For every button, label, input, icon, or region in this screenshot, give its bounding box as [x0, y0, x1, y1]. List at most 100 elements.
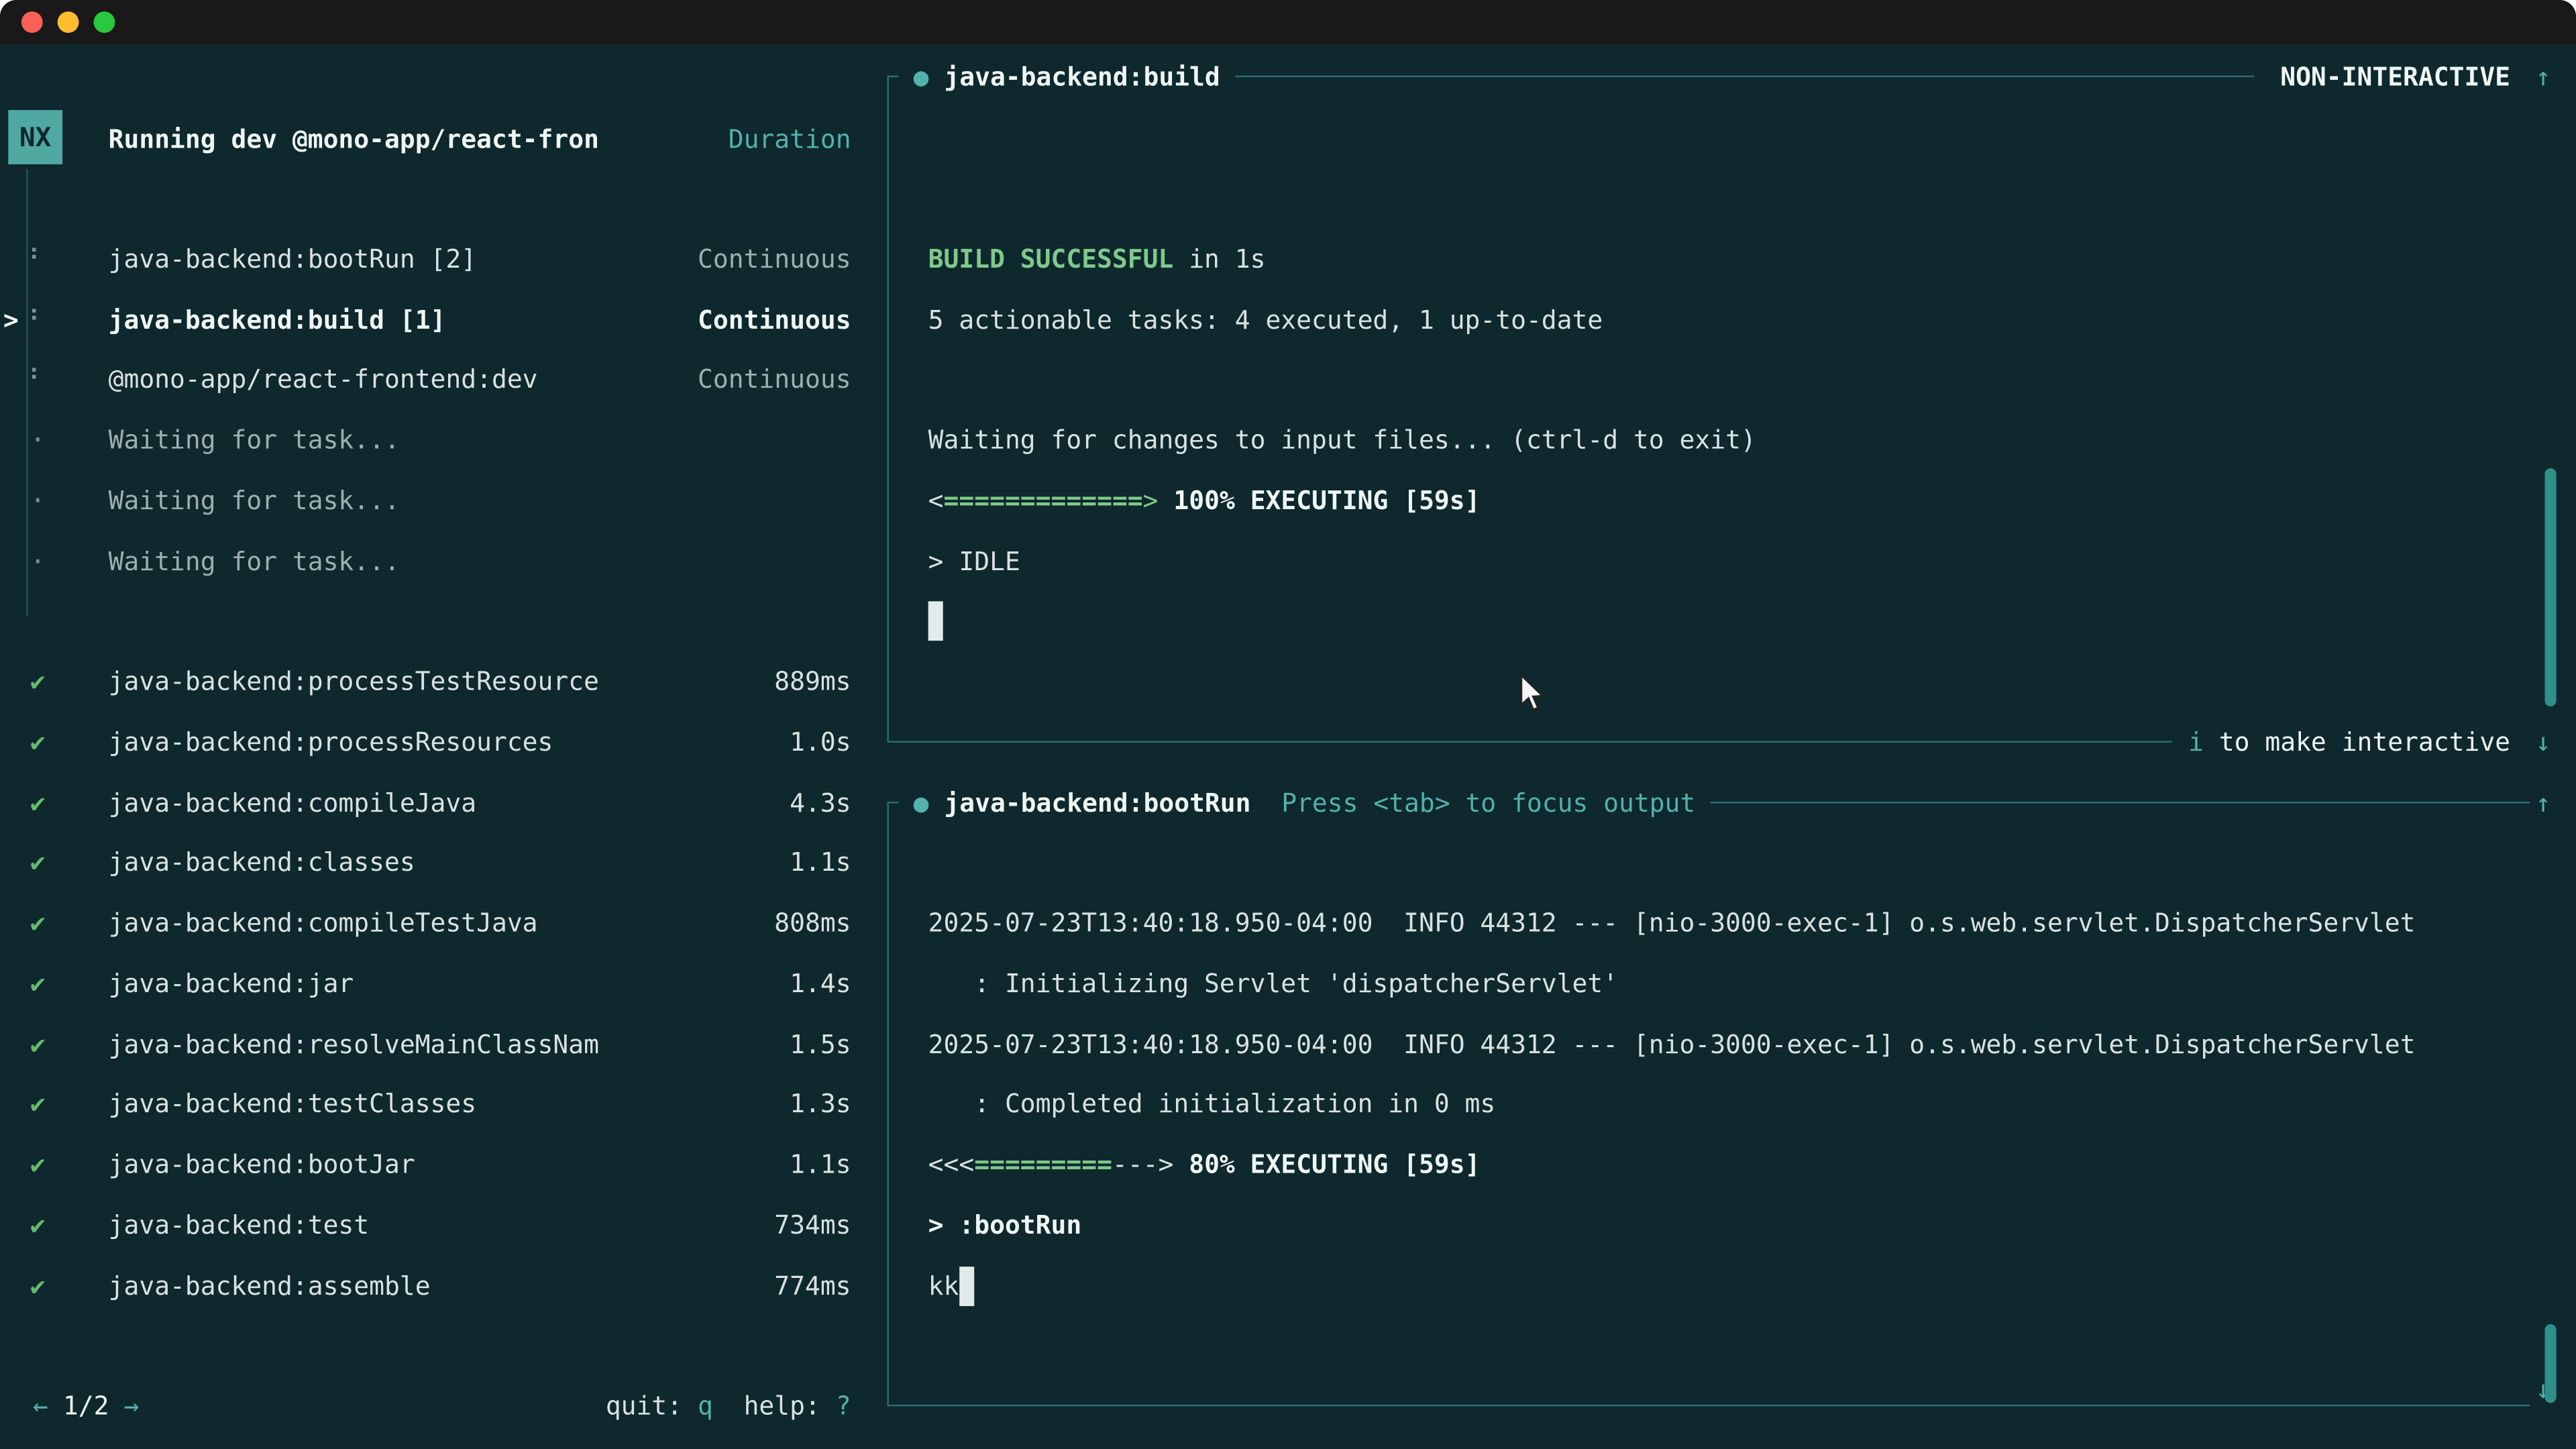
task-row-done[interactable]: ✔ java-backend:resolveMainClassNam 1.5s	[0, 1014, 851, 1075]
task-label: java-backend:compileTestJava	[109, 908, 538, 937]
build-cursor-line	[928, 590, 943, 651]
build-pane-scrollbar-thumb[interactable]	[2544, 468, 2556, 706]
build-pane-header[interactable]: ● java-backend:build	[899, 46, 1235, 107]
task-duration: 1.1s	[790, 847, 851, 876]
help-label: help:	[713, 1391, 836, 1420]
page-prev-icon[interactable]: ←	[33, 1391, 48, 1420]
build-success-text: BUILD SUCCESSFUL	[928, 244, 1174, 274]
check-icon: ✔	[19, 1088, 56, 1118]
task-duration: 889ms	[774, 666, 851, 696]
task-label: java-backend:processResources	[109, 727, 553, 757]
quit-key[interactable]: q	[698, 1391, 713, 1420]
build-success-suffix: in 1s	[1173, 244, 1265, 274]
quit-label: quit:	[606, 1391, 698, 1420]
task-row-done[interactable]: ✔ java-backend:processResources 1.0s	[0, 711, 851, 772]
bullet-icon: ●	[914, 62, 929, 91]
bootrun-progress-line: <<< ========= ---> 80% EXECUTING [59s]	[928, 1134, 1481, 1195]
task-row-waiting: · Waiting for task...	[0, 531, 851, 592]
help-key[interactable]: ?	[836, 1391, 851, 1420]
spinner-icon: ⠃	[19, 364, 56, 393]
check-icon: ✔	[19, 788, 56, 817]
build-summary-line: 5 actionable tasks: 4 executed, 1 up-to-…	[928, 289, 1603, 350]
bullet-icon: ●	[914, 788, 929, 817]
task-row-done[interactable]: ✔ java-backend:classes 1.1s	[0, 831, 851, 892]
task-row-done[interactable]: ✔ java-backend:processTestResource 889ms	[0, 651, 851, 712]
text-cursor	[959, 1266, 973, 1305]
check-icon: ✔	[19, 666, 56, 696]
task-label: Waiting for task...	[109, 546, 400, 576]
build-progress-line: < ============= > 100% EXECUTING [59s]	[928, 470, 1481, 531]
help-bar: quit: q help: ?	[606, 1375, 851, 1436]
check-icon: ✔	[19, 908, 56, 937]
hint-key: i	[2188, 727, 2204, 757]
check-icon: ✔	[19, 1210, 56, 1240]
task-row-done[interactable]: ✔ java-backend:compileTestJava 808ms	[0, 892, 851, 953]
build-pane-left-border	[887, 76, 888, 741]
scroll-up-icon[interactable]: ↑	[2524, 772, 2563, 833]
task-row[interactable]: ⠃ java-backend:bootRun [2] Continuous	[0, 228, 851, 289]
progress-close: >	[1143, 486, 1159, 515]
log-line: : Completed initialization in 0 ms	[928, 1073, 1496, 1134]
progress-open: <<<	[928, 1149, 975, 1179]
task-label: java-backend:classes	[109, 847, 415, 876]
task-label: java-backend:bootRun [2]	[109, 244, 476, 274]
task-label: java-backend:assemble	[109, 1271, 431, 1300]
task-row-done[interactable]: ✔ java-backend:testClasses 1.3s	[0, 1073, 851, 1134]
build-pane-bottom-border	[887, 741, 2171, 742]
task-status: Continuous	[698, 305, 851, 334]
check-icon: ✔	[19, 727, 56, 757]
dot-icon: ·	[19, 486, 56, 515]
task-row[interactable]: ⠃ @mono-app/react-frontend:dev Continuou…	[0, 348, 851, 409]
minimize-button[interactable]	[58, 11, 79, 33]
scroll-down-icon[interactable]: ↓	[2524, 711, 2563, 772]
scroll-down-icon[interactable]: ↓	[2524, 1358, 2563, 1419]
dot-icon: ·	[19, 546, 56, 576]
task-duration: 1.4s	[790, 969, 851, 998]
task-status: Continuous	[698, 244, 851, 274]
check-icon: ✔	[19, 1029, 56, 1059]
task-duration: 734ms	[774, 1210, 851, 1240]
focus-output-hint: Press <tab> to focus output	[1281, 788, 1695, 817]
pagination[interactable]: ← 1/2 →	[33, 1375, 139, 1436]
zoom-button[interactable]	[94, 11, 115, 33]
log-line: 2025-07-23T13:40:18.950-04:00 INFO 44312…	[928, 1014, 2416, 1075]
progress-bar: =========	[974, 1149, 1112, 1179]
task-label: java-backend:jar	[109, 969, 354, 998]
scroll-up-icon[interactable]: ↑	[2524, 46, 2563, 107]
close-button[interactable]	[21, 11, 43, 33]
progress-open: <	[928, 486, 944, 515]
nx-logo: NX	[8, 110, 62, 164]
log-line: 2025-07-23T13:40:18.950-04:00 INFO 44312…	[928, 892, 2416, 953]
task-row-done[interactable]: ✔ java-backend:assemble 774ms	[0, 1255, 851, 1316]
build-idle-line: > IDLE	[928, 531, 1020, 592]
page-next-icon[interactable]: →	[124, 1391, 140, 1420]
terminal-window: NX Running dev @mono-app/react-fron Dura…	[0, 0, 2576, 1449]
text-cursor	[928, 600, 943, 640]
bootrun-input-line[interactable]: kk	[928, 1255, 974, 1316]
check-icon: ✔	[19, 1149, 56, 1179]
task-label: @mono-app/react-frontend:dev	[109, 364, 538, 393]
task-label: java-backend:compileJava	[109, 788, 476, 817]
mouse-cursor	[1518, 674, 1546, 713]
task-duration: 4.3s	[790, 788, 851, 817]
page-indicator: 1/2	[63, 1391, 109, 1420]
task-duration: 808ms	[774, 908, 851, 937]
bootrun-pane-title: java-backend:bootRun	[944, 788, 1250, 817]
task-row-done[interactable]: ✔ java-backend:compileJava 4.3s	[0, 772, 851, 833]
task-row-done[interactable]: ✔ java-backend:test 734ms	[0, 1194, 851, 1255]
bootrun-prompt-line: > :bootRun	[928, 1194, 1082, 1255]
task-row-done[interactable]: ✔ java-backend:jar 1.4s	[0, 953, 851, 1014]
progress-bar: =============	[944, 486, 1143, 515]
interactive-hint: i to make interactive	[2178, 711, 2520, 772]
task-row-waiting: · Waiting for task...	[0, 409, 851, 470]
bootrun-pane-left-border	[887, 802, 888, 1405]
task-row-done[interactable]: ✔ java-backend:bootJar 1.1s	[0, 1134, 851, 1195]
screenshot-stage: NX Running dev @mono-app/react-fron Dura…	[0, 0, 2576, 1449]
task-duration: 774ms	[774, 1271, 851, 1300]
non-interactive-badge: NON-INTERACTIVE	[2271, 46, 2520, 107]
bootrun-pane-scrollbar-thumb[interactable]	[2544, 1324, 2556, 1403]
task-label: Waiting for task...	[109, 486, 400, 515]
hint-text: to make interactive	[2204, 727, 2510, 757]
bootrun-pane-header[interactable]: ● java-backend:bootRun Press <tab> to fo…	[899, 772, 1711, 833]
task-row-selected[interactable]: ⠃ java-backend:build [1] Continuous	[0, 289, 851, 350]
